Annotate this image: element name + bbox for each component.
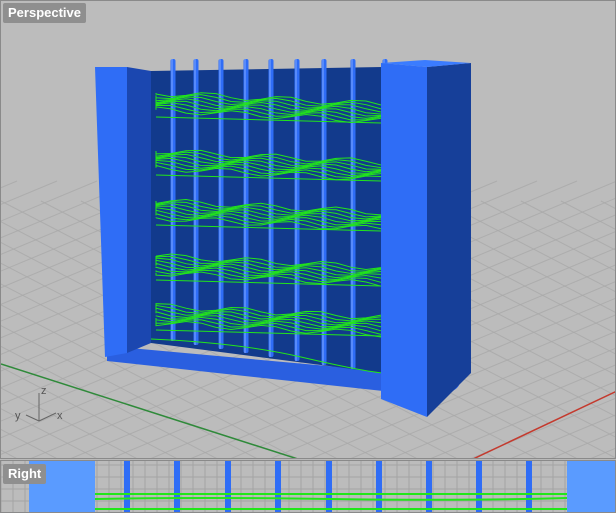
axis-x-label: x (57, 410, 63, 422)
model-right-column (381, 60, 471, 417)
perspective-scene: z y x (1, 59, 615, 458)
right-viewport[interactable]: Right (0, 460, 616, 513)
model-left-column (95, 67, 151, 357)
axis-z-label: z (41, 385, 47, 397)
axis-y-label: y (15, 410, 21, 422)
right-rods (124, 461, 532, 512)
perspective-viewport[interactable]: Perspective z y x (0, 0, 616, 459)
right-right-column (567, 461, 615, 512)
x-axis-line (473, 391, 615, 458)
perspective-viewport-title[interactable]: Perspective (3, 3, 86, 23)
right-viewport-title[interactable]: Right (3, 464, 47, 484)
right-scene (1, 461, 615, 512)
